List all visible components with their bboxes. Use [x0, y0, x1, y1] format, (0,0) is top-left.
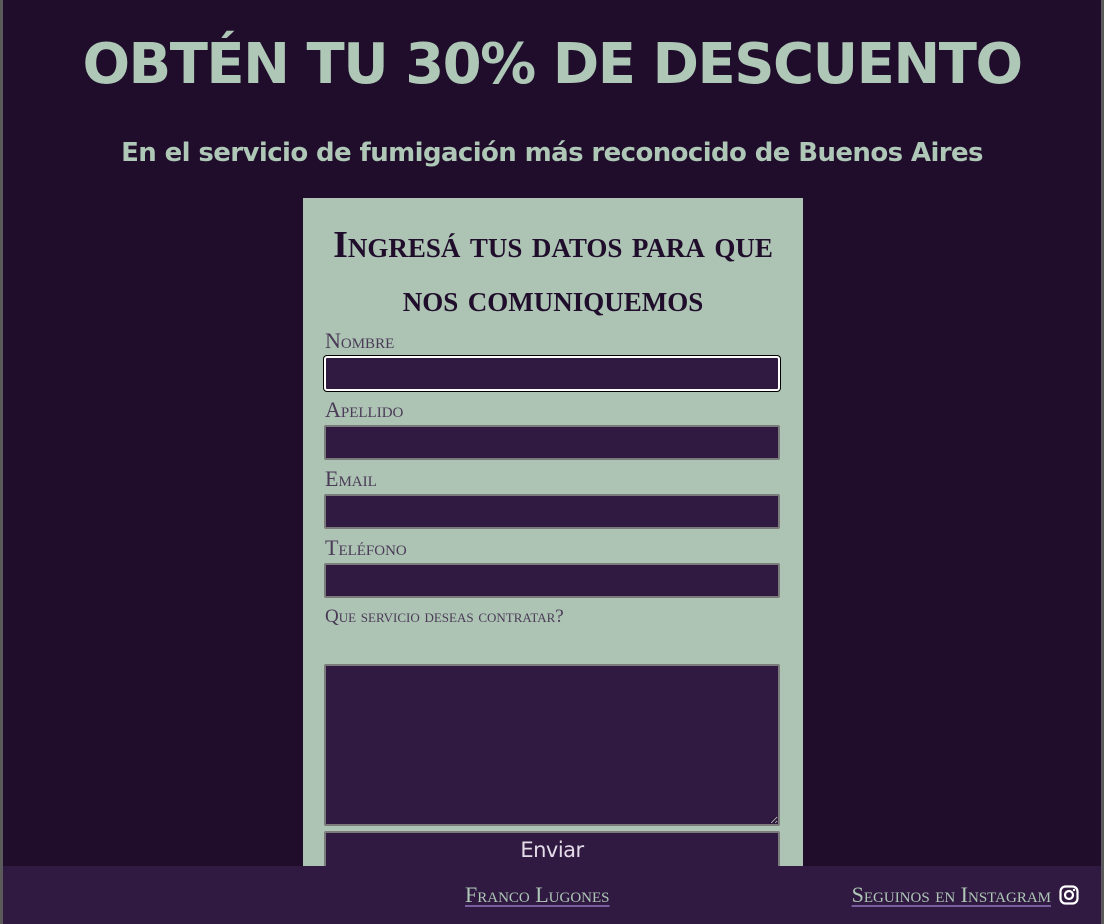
submit-button[interactable]: Enviar [324, 831, 780, 869]
service-question-label: Que servicio deseas contratar? [325, 606, 564, 627]
form-title: Ingresá tus datos para que nos comunique… [333, 224, 773, 320]
email-label: Email [325, 466, 377, 491]
contact-form: Ingresá tus datos para que nos comunique… [303, 198, 803, 888]
promo-headline: OBTÉN TU 30% DE DESCUENTO [82, 32, 1023, 97]
telefono-input[interactable] [324, 563, 780, 598]
nombre-input[interactable] [324, 356, 780, 391]
apellido-label: Apellido [325, 397, 404, 422]
author-link[interactable]: Franco Lugones [465, 880, 610, 910]
service-textarea[interactable] [324, 664, 780, 826]
email-input[interactable] [324, 494, 780, 529]
instagram-icon[interactable] [1059, 885, 1079, 905]
apellido-input[interactable] [324, 425, 780, 460]
page-footer: Franco Lugones Seguinos en Instagram [3, 866, 1101, 924]
telefono-label: Teléfono [325, 535, 407, 560]
nombre-label: Nombre [325, 328, 395, 353]
instagram-link[interactable]: Seguinos en Instagram [852, 880, 1051, 910]
promo-subheadline: En el servicio de fumigación más reconoc… [121, 138, 983, 168]
